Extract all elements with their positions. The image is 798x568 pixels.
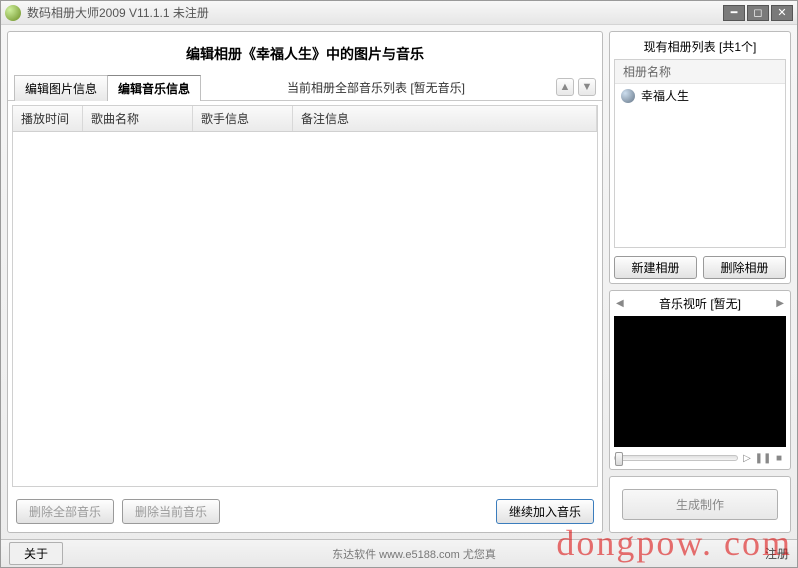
maximize-button[interactable]: ◻ [747,5,769,21]
seek-thumb[interactable] [615,452,623,466]
main-header: 编辑相册《幸福人生》中的图片与音乐 [8,32,602,74]
col-play-time[interactable]: 播放时间 [13,106,83,131]
minimize-button[interactable]: ━ [723,5,745,21]
footer: 关于 东达软件 www.e5188.com 尤您真 注册 [1,539,797,567]
next-track-button[interactable]: ▶ [776,298,784,309]
album-buttons: 新建相册 删除相册 [610,252,790,283]
tab-edit-pictures[interactable]: 编辑图片信息 [14,75,108,101]
album-icon [621,89,635,103]
add-music-button[interactable]: 继续加入音乐 [496,499,594,524]
new-album-button[interactable]: 新建相册 [614,256,697,279]
about-button[interactable]: 关于 [9,542,63,565]
close-button[interactable]: ✕ [771,5,793,21]
preview-title-row: ◀ 音乐视听 [暂无] ▶ [610,291,790,316]
window-title: 数码相册大师2009 V11.1.1 未注册 [27,4,721,21]
seek-slider[interactable] [614,455,738,461]
music-list: 播放时间 歌曲名称 歌手信息 备注信息 [12,105,598,487]
album-list-box: 现有相册列表 [共1个] 相册名称 幸福人生 新建相册 删除相册 [609,31,791,284]
register-link[interactable]: 注册 [765,545,789,562]
music-list-header: 播放时间 歌曲名称 歌手信息 备注信息 [13,106,597,132]
delete-current-music-button[interactable]: 删除当前音乐 [122,499,220,524]
preview-screen [614,316,786,447]
move-down-button[interactable]: ▼ [578,78,596,96]
album-list-header: 相册名称 [615,60,785,84]
play-button[interactable]: ▷ [740,451,754,465]
preview-title: 音乐视听 [暂无] [659,295,741,312]
album-list[interactable]: 相册名称 幸福人生 [614,59,786,248]
prev-track-button[interactable]: ◀ [616,298,624,309]
col-singer[interactable]: 歌手信息 [193,106,293,131]
stop-button[interactable]: ■ [772,451,786,465]
app-window: 数码相册大师2009 V11.1.1 未注册 ━ ◻ ✕ 编辑相册《幸福人生》中… [0,0,798,568]
side-panel: 现有相册列表 [共1个] 相册名称 幸福人生 新建相册 删除相册 ◀ 音乐视听 … [609,31,791,533]
app-icon [5,5,21,21]
generate-box: 生成制作 [609,476,791,533]
pause-button[interactable]: ❚❚ [756,451,770,465]
main-panel: 编辑相册《幸福人生》中的图片与音乐 编辑图片信息 编辑音乐信息 当前相册全部音乐… [7,31,603,533]
preview-box: ◀ 音乐视听 [暂无] ▶ ▷ ❚❚ ■ [609,290,791,470]
generate-button[interactable]: 生成制作 [622,489,778,520]
album-item[interactable]: 幸福人生 [615,84,785,107]
tab-row: 编辑图片信息 编辑音乐信息 当前相册全部音乐列表 [暂无音乐] ▲ ▼ [8,74,602,101]
col-song-title[interactable]: 歌曲名称 [83,106,193,131]
delete-all-music-button[interactable]: 删除全部音乐 [16,499,114,524]
col-memo[interactable]: 备注信息 [293,106,597,131]
album-list-title: 现有相册列表 [共1个] [610,32,790,59]
titlebar: 数码相册大师2009 V11.1.1 未注册 ━ ◻ ✕ [1,1,797,25]
album-item-label: 幸福人生 [641,87,689,104]
main-buttons: 删除全部音乐 删除当前音乐 继续加入音乐 [8,491,602,532]
delete-album-button[interactable]: 删除相册 [703,256,786,279]
footer-text: 东达软件 www.e5188.com 尤您真 [71,546,757,562]
music-list-body[interactable] [13,132,597,486]
move-up-button[interactable]: ▲ [556,78,574,96]
music-list-status: 当前相册全部音乐列表 [暂无音乐] [200,75,552,100]
tab-edit-music[interactable]: 编辑音乐信息 [107,75,201,101]
client-area: 编辑相册《幸福人生》中的图片与音乐 编辑图片信息 编辑音乐信息 当前相册全部音乐… [1,25,797,539]
player-bar: ▷ ❚❚ ■ [610,451,790,469]
